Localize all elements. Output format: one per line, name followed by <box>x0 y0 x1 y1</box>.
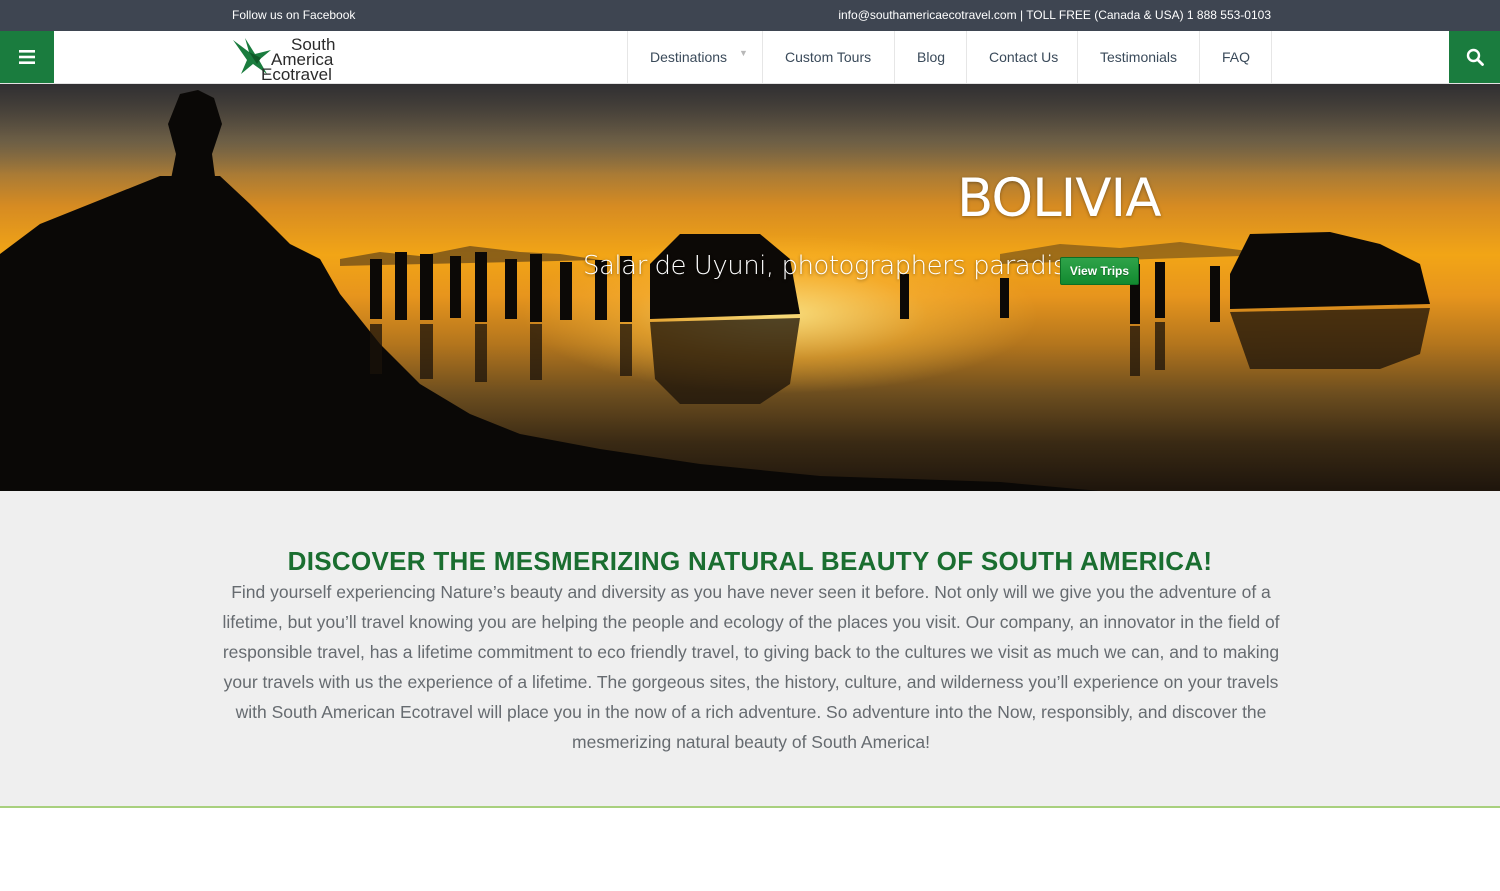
email-link[interactable]: info@southamericaecotravel.com <box>838 8 1016 22</box>
site-logo[interactable]: South America Ecotravel <box>231 33 349 84</box>
page-lower-area <box>0 810 1500 891</box>
intro-paragraph: Find yourself experiencing Nature’s beau… <box>222 582 1280 752</box>
main-nav: Destinations ▼ Custom Tours Blog Contact… <box>627 31 1272 83</box>
hamburger-icon <box>19 50 35 64</box>
contact-info: info@southamericaecotravel.com | TOLL FR… <box>838 8 1271 22</box>
intro-section: DISCOVER THE MESMERIZING NATURAL BEAUTY … <box>0 491 1500 808</box>
chevron-down-icon: ▼ <box>739 48 748 58</box>
facebook-link[interactable]: Follow us on Facebook <box>232 8 355 22</box>
view-trips-button[interactable]: View Trips <box>1060 257 1139 285</box>
nav-label-blog: Blog <box>917 49 946 65</box>
logo-text-line3: Ecotravel <box>261 65 332 84</box>
hero-subtitle: Salar de Uyuni, photographers paradise <box>583 251 1082 281</box>
nav-label-testimonials: Testimonials <box>1100 49 1178 65</box>
site-header: South America Ecotravel Destinations ▼ C… <box>0 31 1500 84</box>
nav-item-testimonials[interactable]: Testimonials <box>1078 31 1200 83</box>
nav-label-faq: FAQ <box>1222 49 1251 65</box>
nav-item-faq[interactable]: FAQ <box>1200 31 1272 83</box>
nav-label-contact-us: Contact Us <box>989 49 1059 65</box>
hero-silhouette-image <box>0 90 1430 491</box>
nav-item-destinations[interactable]: Destinations ▼ <box>628 31 763 83</box>
nav-item-contact-us[interactable]: Contact Us <box>967 31 1078 83</box>
intro-heading: DISCOVER THE MESMERIZING NATURAL BEAUTY … <box>287 546 1213 576</box>
hero-banner: BOLIVIA Salar de Uyuni, photographers pa… <box>0 84 1500 491</box>
nav-label-destinations: Destinations <box>650 49 728 65</box>
toll-free-phone: TOLL FREE (Canada & USA) 1 888 553-0103 <box>1026 8 1271 22</box>
nav-label-custom-tours: Custom Tours <box>785 49 872 65</box>
hero-title: BOLIVIA <box>957 168 1161 229</box>
nav-item-blog[interactable]: Blog <box>895 31 967 83</box>
menu-button[interactable] <box>0 31 54 83</box>
top-bar: Follow us on Facebook info@southamericae… <box>0 0 1500 31</box>
search-icon <box>1466 48 1484 66</box>
nav-item-custom-tours[interactable]: Custom Tours <box>763 31 895 83</box>
search-button[interactable] <box>1449 31 1500 83</box>
contact-separator: | <box>1016 8 1027 22</box>
